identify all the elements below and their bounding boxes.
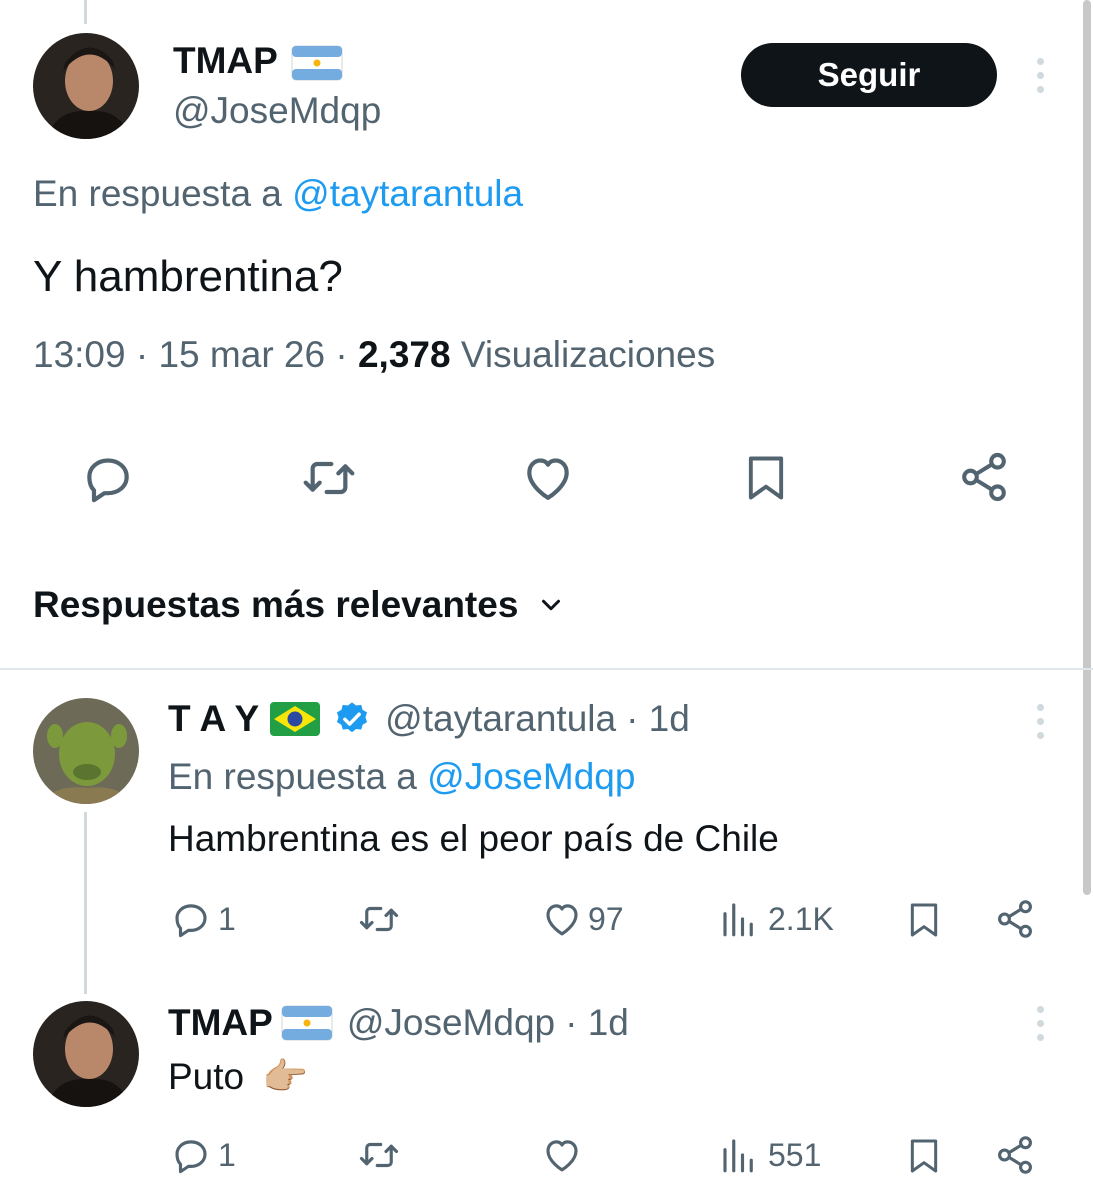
like-count: 97 — [588, 900, 624, 937]
reply-text: Hambrentina es el peor país de Chile — [168, 818, 779, 859]
avatar[interactable] — [33, 1001, 139, 1107]
pointing-hand-emoji: 👉🏼 — [262, 1056, 309, 1097]
author-display-name: TMAP — [173, 40, 278, 81]
retweet-icon[interactable] — [300, 450, 358, 506]
reply-age[interactable]: · 1d — [565, 1002, 629, 1044]
like-action[interactable]: 97 — [540, 898, 624, 940]
reply-display-name[interactable]: T A Y — [168, 698, 259, 740]
thread-line-reply — [84, 812, 87, 994]
reply-action[interactable]: 1 — [170, 898, 236, 940]
meta-separator: · — [135, 334, 149, 375]
views-action[interactable]: 2.1K — [718, 898, 834, 940]
reply-count: 1 — [218, 900, 236, 937]
reply-to-link[interactable]: @JoseMdqp — [427, 756, 635, 797]
argentina-flag-icon — [291, 45, 343, 81]
sort-label: Respuestas más relevantes — [33, 584, 519, 625]
views-icon — [723, 903, 753, 937]
like-icon[interactable] — [519, 450, 577, 506]
views-count: 2,378 — [357, 334, 451, 375]
avatar[interactable] — [33, 33, 139, 139]
meta-separator: · — [335, 334, 348, 375]
reply-icon[interactable] — [80, 450, 136, 506]
reply-age[interactable]: · 1d — [626, 698, 690, 740]
views-icon — [723, 1139, 753, 1173]
author-name[interactable]: TMAP — [173, 40, 343, 82]
reply-to-link[interactable]: @taytarantula — [292, 173, 523, 214]
reply-handle[interactable]: @JoseMdqp — [347, 1002, 555, 1044]
reply-context: En respuesta a @JoseMdqp — [168, 756, 635, 798]
views-action[interactable]: 551 — [718, 1134, 821, 1176]
views-label: Visualizaciones — [460, 334, 716, 375]
replies-sort-dropdown[interactable]: Respuestas más relevantes — [33, 584, 566, 626]
more-options-icon[interactable] — [1036, 1006, 1044, 1048]
like-icon[interactable] — [540, 1134, 584, 1176]
reply-prefix: En respuesta a — [168, 756, 417, 797]
like-icon — [546, 904, 578, 936]
views-count: 2.1K — [768, 900, 834, 937]
reply-count: 1 — [218, 1136, 236, 1173]
reply-handle[interactable]: @taytarantula — [385, 698, 616, 740]
reply-prefix: En respuesta a — [33, 173, 282, 214]
thread-line-top — [84, 0, 87, 24]
avatar[interactable] — [33, 698, 139, 804]
tweet-meta: 13:09 · 15 mar 26 · 2,378 Visualizacione… — [33, 334, 715, 376]
reply-text-content: Puto — [168, 1056, 245, 1097]
tweet-time[interactable]: 13:09 — [33, 334, 126, 375]
more-options-icon[interactable] — [1036, 58, 1044, 100]
share-icon[interactable] — [957, 450, 1011, 504]
reply-icon — [175, 1140, 207, 1174]
bookmark-icon[interactable] — [904, 1134, 944, 1178]
more-options-icon[interactable] — [1036, 704, 1044, 746]
tweet-text: Y hambrentina? — [33, 252, 343, 301]
retweet-icon[interactable] — [356, 898, 402, 940]
verified-badge-icon — [337, 702, 368, 733]
scrollbar[interactable] — [1083, 0, 1091, 895]
reply-header: T A Y @taytarantula · 1d — [168, 698, 690, 740]
share-icon[interactable] — [994, 898, 1036, 940]
brazil-flag-icon — [270, 702, 321, 736]
tweet-date[interactable]: 15 mar 26 — [158, 334, 325, 375]
retweet-icon[interactable] — [356, 1134, 402, 1176]
reply-action[interactable]: 1 — [170, 1134, 236, 1176]
chevron-down-icon — [542, 599, 561, 611]
reply-context: En respuesta a @taytarantula — [33, 173, 523, 215]
bookmark-icon[interactable] — [904, 898, 944, 942]
reply-text: Puto 👉🏼 — [168, 1056, 308, 1099]
divider — [0, 668, 1093, 670]
follow-button[interactable]: Seguir — [741, 43, 997, 107]
share-icon[interactable] — [994, 1134, 1036, 1176]
reply-icon — [175, 904, 207, 938]
bookmark-icon[interactable] — [740, 450, 792, 506]
views-count: 551 — [768, 1136, 822, 1173]
reply-display-name[interactable]: TMAP — [168, 1002, 273, 1044]
reply-header: TMAP @JoseMdqp · 1d — [168, 1002, 629, 1044]
author-handle[interactable]: @JoseMdqp — [173, 90, 381, 132]
argentina-flag-icon — [281, 1005, 333, 1041]
